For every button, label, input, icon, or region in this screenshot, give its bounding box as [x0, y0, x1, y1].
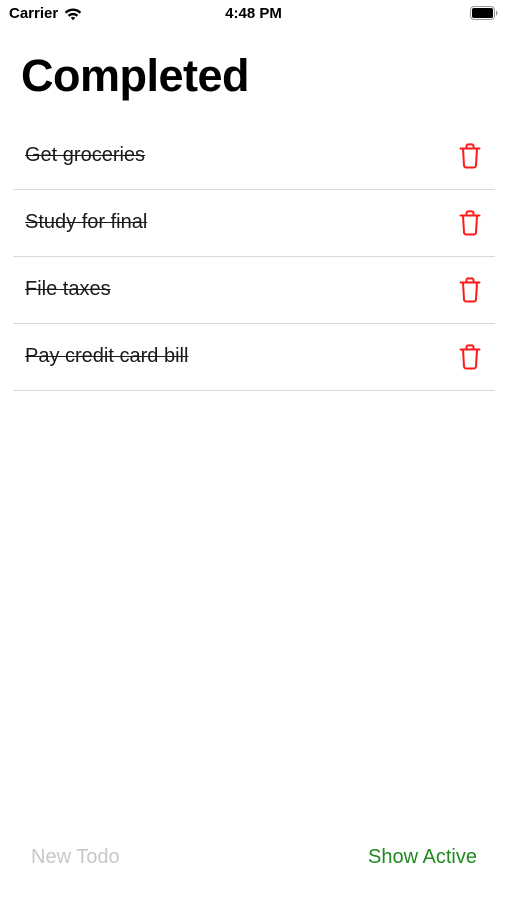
todo-label: Get groceries: [25, 144, 146, 166]
page-title: Completed: [21, 50, 250, 101]
trash-icon[interactable]: [459, 277, 481, 303]
todo-row[interactable]: Pay credit card bill: [13, 324, 495, 391]
bottom-toolbar: New Todo Show Active: [0, 838, 507, 878]
todo-label: Pay credit card bill: [25, 345, 189, 367]
status-time: 4:48 PM: [225, 5, 282, 22]
todo-row[interactable]: Study for final: [13, 190, 495, 257]
todo-label: Study for final: [25, 211, 148, 233]
trash-icon[interactable]: [459, 143, 481, 169]
new-todo-button[interactable]: New Todo: [31, 846, 120, 869]
battery-icon: [470, 6, 498, 20]
completed-todo-list: Get groceries Study for final File taxes: [13, 123, 495, 391]
todo-row[interactable]: File taxes: [13, 257, 495, 324]
trash-icon[interactable]: [459, 210, 481, 236]
trash-icon[interactable]: [459, 344, 481, 370]
status-bar: Carrier 4:48 PM: [0, 0, 507, 28]
todo-row[interactable]: Get groceries: [13, 123, 495, 190]
show-active-button[interactable]: Show Active: [368, 846, 477, 869]
todo-label: File taxes: [25, 278, 111, 300]
